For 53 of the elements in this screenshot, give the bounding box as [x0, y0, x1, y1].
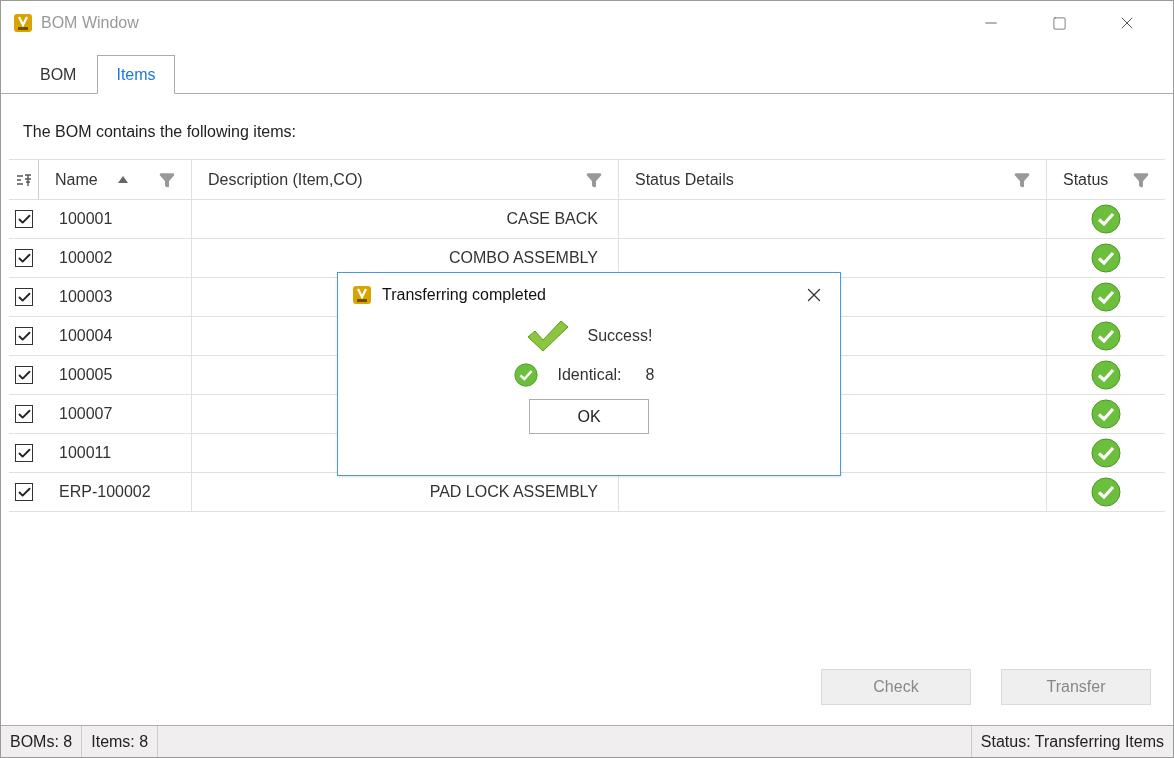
filter-icon[interactable] — [1014, 171, 1030, 188]
check-circle-icon — [1091, 360, 1121, 390]
row-checkbox[interactable] — [15, 483, 33, 501]
table-cell-text: 100004 — [59, 326, 113, 346]
success-message: Success! — [587, 326, 653, 346]
row-checkbox[interactable] — [15, 444, 33, 462]
check-circle-icon — [1091, 399, 1121, 429]
window-title: BOM Window — [41, 13, 139, 33]
status-bar-status: Status: Transferring Items — [970, 726, 1173, 757]
column-header[interactable]: Status — [1063, 167, 1109, 192]
table-cell-text: 100005 — [59, 365, 113, 385]
tab[interactable]: Items — [97, 55, 175, 94]
row-checkbox[interactable] — [15, 327, 33, 345]
table-cell-text: 100003 — [59, 287, 113, 307]
row-checkbox[interactable] — [15, 210, 33, 228]
row-checkbox[interactable] — [15, 366, 33, 384]
check-circle-icon — [513, 363, 538, 387]
status-bar-boms: BOMs: 8 — [1, 726, 83, 757]
column-header[interactable]: Description (Item,CO) — [208, 167, 363, 192]
row-checkbox[interactable] — [15, 249, 33, 267]
table-cell-text: 100002 — [59, 248, 113, 268]
app-logo-icon — [13, 13, 33, 33]
check-circle-icon — [1091, 243, 1121, 273]
check-circle-icon — [1091, 321, 1121, 351]
status-bar-items: Items: 8 — [82, 726, 159, 757]
table-cell-text: COMBO ASSEMBLY — [448, 248, 598, 268]
ok-button[interactable]: OK — [529, 399, 649, 434]
result-count: 8 — [645, 365, 655, 385]
table-cell-text: 100011 — [59, 443, 112, 463]
table-cell-text: 100007 — [59, 404, 113, 424]
column-header[interactable]: Name — [55, 167, 98, 192]
check-circle-icon — [1091, 204, 1121, 234]
table-cell-text: PAD LOCK ASSEMBLY — [429, 482, 598, 502]
row-checkbox[interactable] — [15, 405, 33, 423]
table-cell-text: ERP-100002 — [59, 482, 151, 502]
checkmark-icon — [525, 319, 570, 353]
row-checkbox[interactable] — [15, 288, 33, 306]
table-cell-text: 100001 — [59, 209, 113, 229]
app-logo-icon — [352, 285, 372, 305]
filter-icon[interactable] — [1133, 171, 1149, 188]
intro-text: The BOM contains the following items: — [22, 122, 297, 142]
check-circle-icon — [1091, 438, 1121, 468]
filter-icon[interactable] — [159, 171, 175, 188]
check-circle-icon — [1091, 282, 1121, 312]
column-chooser-icon[interactable] — [15, 171, 32, 188]
table-cell-text: CASE BACK — [506, 209, 598, 229]
column-header[interactable]: Status Details — [635, 167, 734, 192]
filter-icon[interactable] — [586, 171, 602, 188]
check-circle-icon — [1091, 477, 1121, 507]
sort-ascending-icon[interactable] — [117, 176, 128, 183]
dialog-title: Transferring completed — [382, 285, 546, 305]
tab[interactable]: BOM — [19, 55, 98, 94]
result-label: Identical: — [557, 365, 622, 385]
